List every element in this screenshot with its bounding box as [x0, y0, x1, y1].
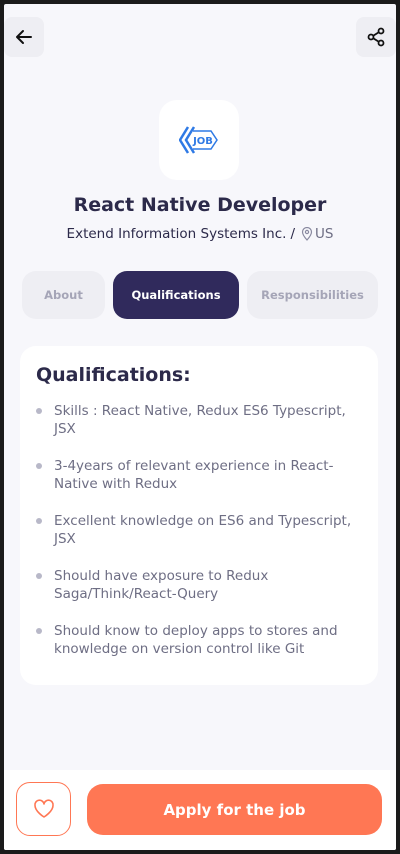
logo-text: JOB: [192, 136, 213, 147]
list-item: Should know to deploy apps to stores and…: [36, 622, 362, 658]
bullet-icon: [36, 463, 42, 469]
tab-responsibilities[interactable]: Responsibilities: [247, 271, 378, 319]
separator: /: [290, 226, 295, 242]
job-logo-icon: JOB: [179, 126, 218, 154]
list-item-text: Excellent knowledge on ES6 and Typescrip…: [54, 513, 352, 547]
list-item: Excellent knowledge on ES6 and Typescrip…: [36, 512, 362, 548]
qualifications-list: Skills : React Native, Redux ES6 Typescr…: [36, 402, 362, 658]
company-name: Extend Information Systems Inc.: [66, 226, 287, 242]
list-item-text: Should know to deploy apps to stores and…: [54, 623, 338, 657]
arrow-left-icon: [16, 30, 32, 44]
location: US: [301, 226, 333, 242]
bullet-icon: [36, 628, 42, 634]
job-details-screen: JOB React Native Developer Extend Inform…: [4, 4, 396, 850]
bullet-icon: [36, 518, 42, 524]
back-button[interactable]: [4, 17, 44, 57]
heart-icon: [33, 799, 54, 818]
apply-button[interactable]: Apply for the job: [87, 784, 382, 835]
list-item: Skills : React Native, Redux ES6 Typescr…: [36, 402, 362, 438]
qualifications-title: Qualifications:: [36, 364, 191, 386]
share-button[interactable]: [356, 17, 396, 57]
footer-bar: Apply for the job: [4, 770, 396, 850]
bullet-icon: [36, 408, 42, 414]
company-logo: JOB: [159, 100, 239, 180]
list-item: Should have exposure to Redux Saga/Think…: [36, 567, 362, 603]
location-pin-icon: [301, 227, 313, 241]
tab-about[interactable]: About: [22, 271, 105, 319]
list-item-text: Should have exposure to Redux Saga/Think…: [54, 568, 269, 602]
tab-bar: About Qualifications Responsibilities: [4, 271, 396, 319]
qualifications-card: Qualifications: Skills : React Native, R…: [20, 346, 378, 685]
company-info: Extend Information Systems Inc. / US: [4, 226, 396, 242]
tab-qualifications[interactable]: Qualifications: [113, 271, 239, 319]
favorite-button[interactable]: [16, 782, 71, 836]
list-item: 3-4years of relevant experience in React…: [36, 457, 362, 493]
location-text: US: [315, 226, 334, 242]
list-item-text: Skills : React Native, Redux ES6 Typescr…: [54, 403, 346, 437]
list-item-text: 3-4years of relevant experience in React…: [54, 458, 334, 492]
share-icon: [367, 27, 385, 47]
job-title: React Native Developer: [73, 194, 327, 216]
bullet-icon: [36, 573, 42, 579]
